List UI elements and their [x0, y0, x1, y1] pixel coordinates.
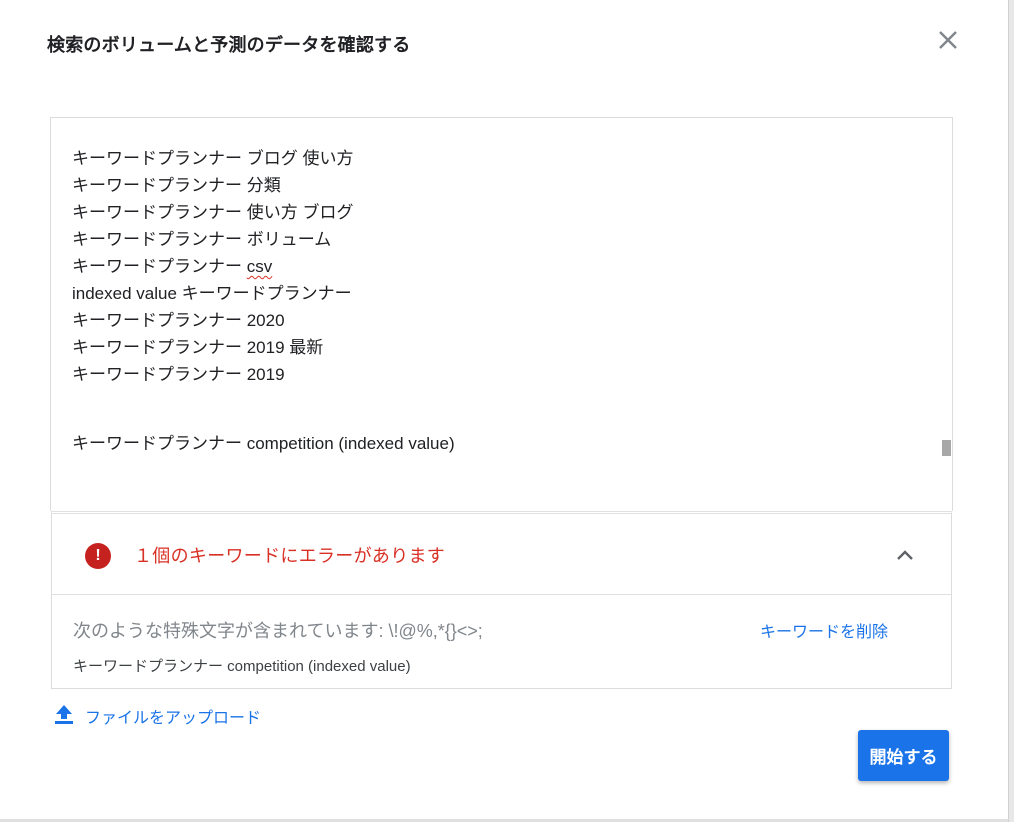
keyword-textarea[interactable]: キーワードプランナー ブログ 使い方 キーワードプランナー 分類 キーワードプラ…	[50, 117, 953, 511]
keyword-line: キーワードプランナー 分類	[72, 176, 281, 195]
keyword-line-blank	[72, 388, 455, 415]
upload-icon	[55, 705, 73, 724]
keyword-line: キーワードプランナー 2019 最新	[72, 338, 324, 357]
keyword-line: キーワードプランナー ボリューム	[72, 230, 332, 249]
keyword-line: キーワードプランナー ブログ 使い方	[72, 149, 354, 168]
keyword-line: キーワードプランナー 2020	[72, 311, 285, 330]
page-edge	[1008, 0, 1014, 822]
close-icon	[939, 31, 957, 49]
error-icon: !	[85, 543, 111, 569]
keyword-dialog: 検索のボリュームと予測のデータを確認する キーワードプランナー ブログ 使い方 …	[0, 0, 1008, 822]
keyword-line: キーワードプランナー competition (indexed value)	[72, 434, 455, 453]
error-panel: ! １個のキーワードにエラーがあります 次のような特殊文字が含まれています: \…	[51, 511, 952, 689]
start-button[interactable]: 開始する	[858, 730, 949, 781]
chevron-up-icon	[897, 550, 913, 560]
scrollbar-thumb[interactable]	[942, 440, 951, 456]
keyword-line: キーワードプランナー csv	[72, 253, 455, 280]
error-header[interactable]: ! １個のキーワードにエラーがあります	[52, 514, 951, 595]
error-detail: 次のような特殊文字が含まれています: \!@%,*{}<>;	[73, 621, 483, 641]
upload-label: ファイルをアップロード	[85, 710, 262, 727]
keyword-line: キーワードプランナー 使い方 ブログ	[72, 203, 354, 222]
invalid-keyword: キーワードプランナー competition (indexed value)	[73, 658, 411, 675]
misspelled-word: csv	[246, 257, 273, 276]
keyword-list: キーワードプランナー ブログ 使い方 キーワードプランナー 分類 キーワードプラ…	[72, 145, 455, 457]
keyword-line: キーワードプランナー 2019	[72, 365, 285, 384]
error-summary: １個のキーワードにエラーがあります	[134, 546, 446, 566]
keyword-text: キーワードプランナー	[72, 257, 247, 276]
close-button[interactable]	[934, 26, 962, 54]
keyword-line: indexed value キーワードプランナー	[72, 284, 352, 303]
collapse-button[interactable]	[894, 544, 916, 566]
remove-keyword-link[interactable]: キーワードを削除	[760, 618, 888, 642]
dialog-title: 検索のボリュームと予測のデータを確認する	[47, 35, 411, 55]
